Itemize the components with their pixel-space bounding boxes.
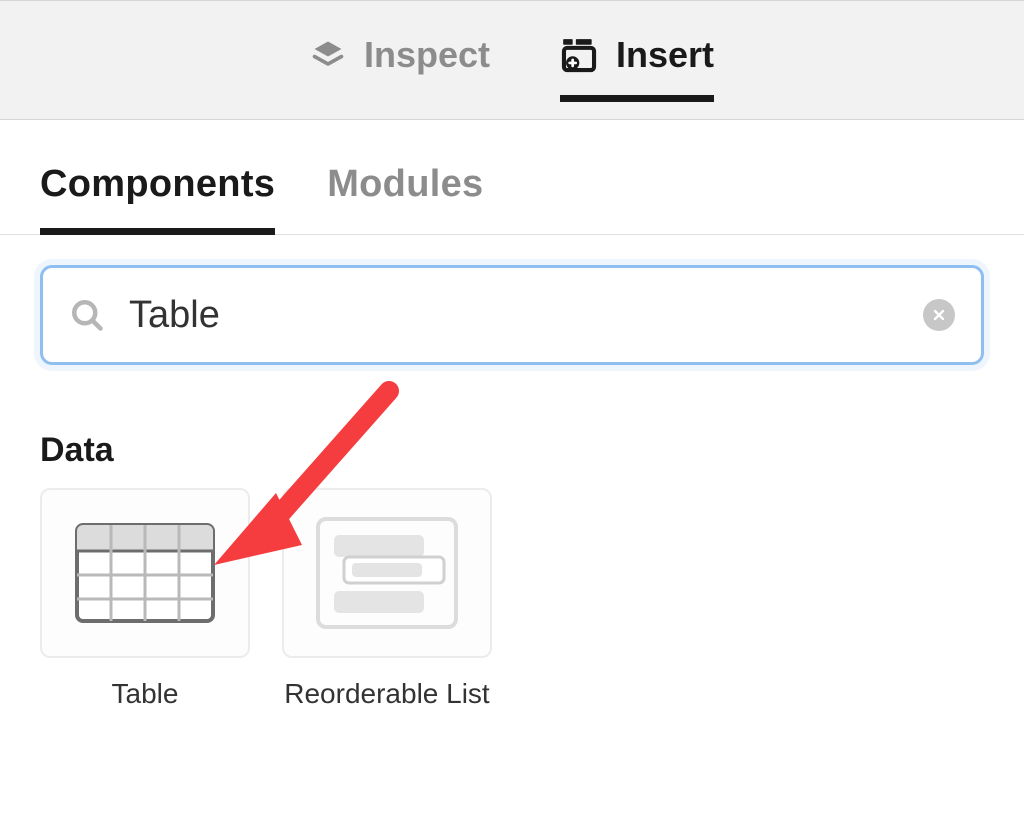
- table-component-label: Table: [40, 676, 250, 711]
- table-component-thumbnail: [40, 488, 250, 658]
- insert-icon: [560, 36, 598, 74]
- tab-modules[interactable]: Modules: [327, 163, 483, 234]
- tab-insert[interactable]: Insert: [560, 22, 714, 98]
- component-search-input[interactable]: [127, 293, 923, 338]
- tab-components[interactable]: Components: [40, 163, 275, 234]
- search-icon: [69, 297, 105, 333]
- tab-inspect-label: Inspect: [364, 34, 490, 76]
- reorderable-list-component[interactable]: Reorderable List: [282, 488, 492, 711]
- table-component[interactable]: Table: [40, 488, 250, 711]
- layers-icon: [310, 37, 346, 73]
- component-search[interactable]: [40, 265, 984, 365]
- clear-search-button[interactable]: [923, 299, 955, 331]
- reorderable-list-label: Reorderable List: [282, 676, 492, 711]
- insert-sub-tabs: Components Modules: [0, 120, 1024, 235]
- component-cards: Table Reorderable List: [40, 488, 984, 711]
- category-heading-data: Data: [40, 431, 984, 470]
- top-toolbar: Inspect Insert: [0, 0, 1024, 120]
- reorderable-list-thumbnail: [282, 488, 492, 658]
- tab-inspect[interactable]: Inspect: [310, 22, 490, 98]
- components-panel: Data Table: [0, 235, 1024, 741]
- tab-insert-label: Insert: [616, 34, 714, 76]
